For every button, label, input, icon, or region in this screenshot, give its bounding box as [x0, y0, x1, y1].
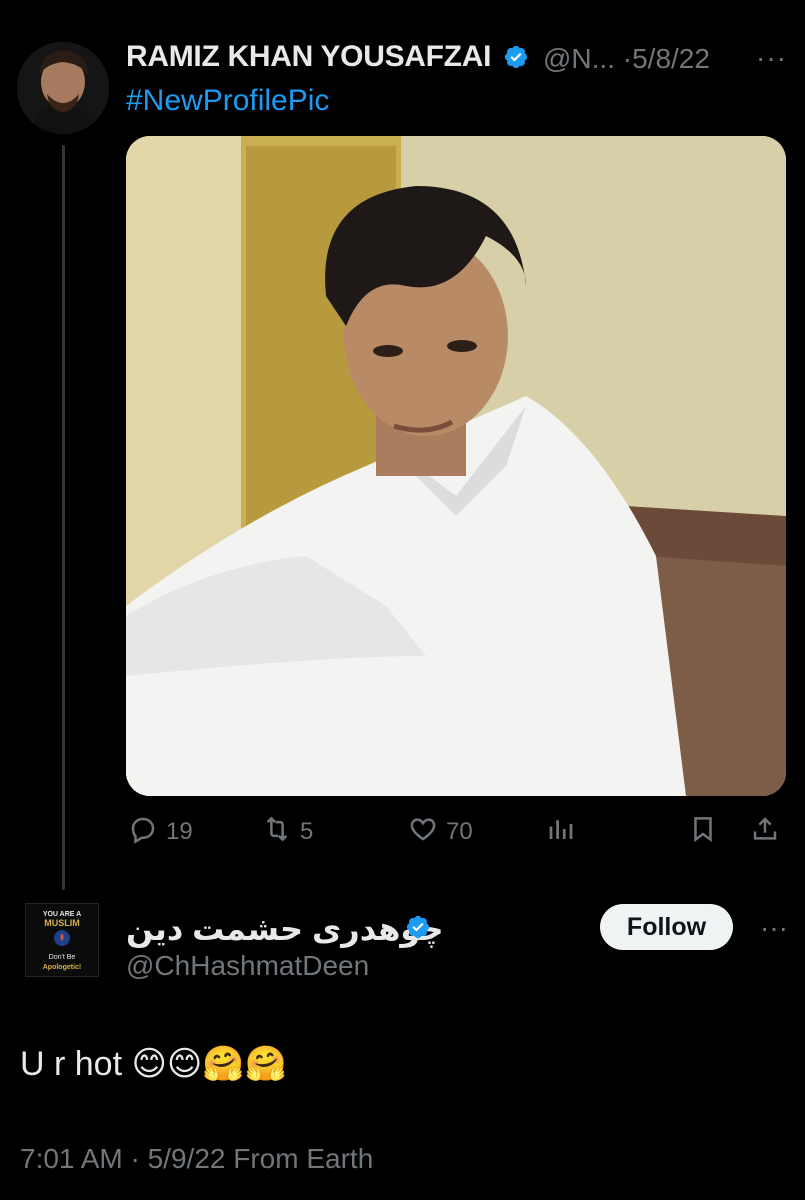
more-options-icon[interactable]: ··· [760, 912, 788, 944]
thread-connector-line [62, 145, 65, 890]
analytics-icon[interactable] [546, 814, 576, 851]
date-separator: · [622, 43, 633, 74]
svg-text:Apologetic!: Apologetic! [43, 964, 82, 971]
more-options-icon[interactable]: ··· [756, 42, 787, 74]
share-icon[interactable] [750, 814, 780, 851]
verified-badge-icon [405, 914, 431, 940]
reply-icon[interactable] [128, 814, 158, 851]
like-action[interactable]: 70 [408, 814, 473, 850]
like-count: 70 [446, 818, 473, 845]
verified-badge-icon [503, 44, 529, 70]
bookmark-icon[interactable] [688, 814, 718, 851]
author-handle[interactable]: @N... [543, 43, 615, 74]
share-action[interactable] [750, 814, 780, 850]
heart-icon[interactable] [408, 814, 438, 851]
retweet-action[interactable]: 5 [262, 814, 313, 850]
svg-text:MUSLIM: MUSLIM [44, 918, 80, 928]
svg-text:YOU ARE A: YOU ARE A [43, 911, 81, 918]
follow-button[interactable]: Follow [600, 904, 733, 950]
tweet-photo[interactable] [126, 136, 786, 796]
reply-timestamp[interactable]: 7:01 AM · 5/9/22 From Earth [20, 1143, 373, 1175]
reply-text: U r hot 😊😊🤗🤗 [20, 1045, 288, 1083]
tweet-hashtag[interactable]: #NewProfilePic [126, 84, 329, 118]
reply-author-avatar[interactable]: YOU ARE A MUSLIM Don't Be Apologetic! [25, 903, 99, 977]
author-name[interactable]: RAMIZ KHAN YOUSAFZAI [126, 40, 491, 74]
author-handle-and-date[interactable]: @N... ·5/8/22 [543, 43, 710, 75]
retweet-icon[interactable] [262, 814, 292, 851]
bookmark-action[interactable] [688, 814, 718, 850]
reply-author-name[interactable]: چوهدری حشمت دین [126, 910, 444, 948]
reply-count: 19 [166, 818, 193, 845]
reply-author-handle[interactable]: @ChHashmatDeen [126, 950, 369, 982]
tweet-date[interactable]: 5/8/22 [632, 43, 710, 74]
svg-text:Don't Be: Don't Be [49, 954, 76, 961]
author-avatar[interactable] [17, 42, 109, 134]
views-action[interactable] [546, 814, 576, 850]
reply-action[interactable]: 19 [128, 814, 193, 850]
retweet-count: 5 [300, 818, 314, 845]
